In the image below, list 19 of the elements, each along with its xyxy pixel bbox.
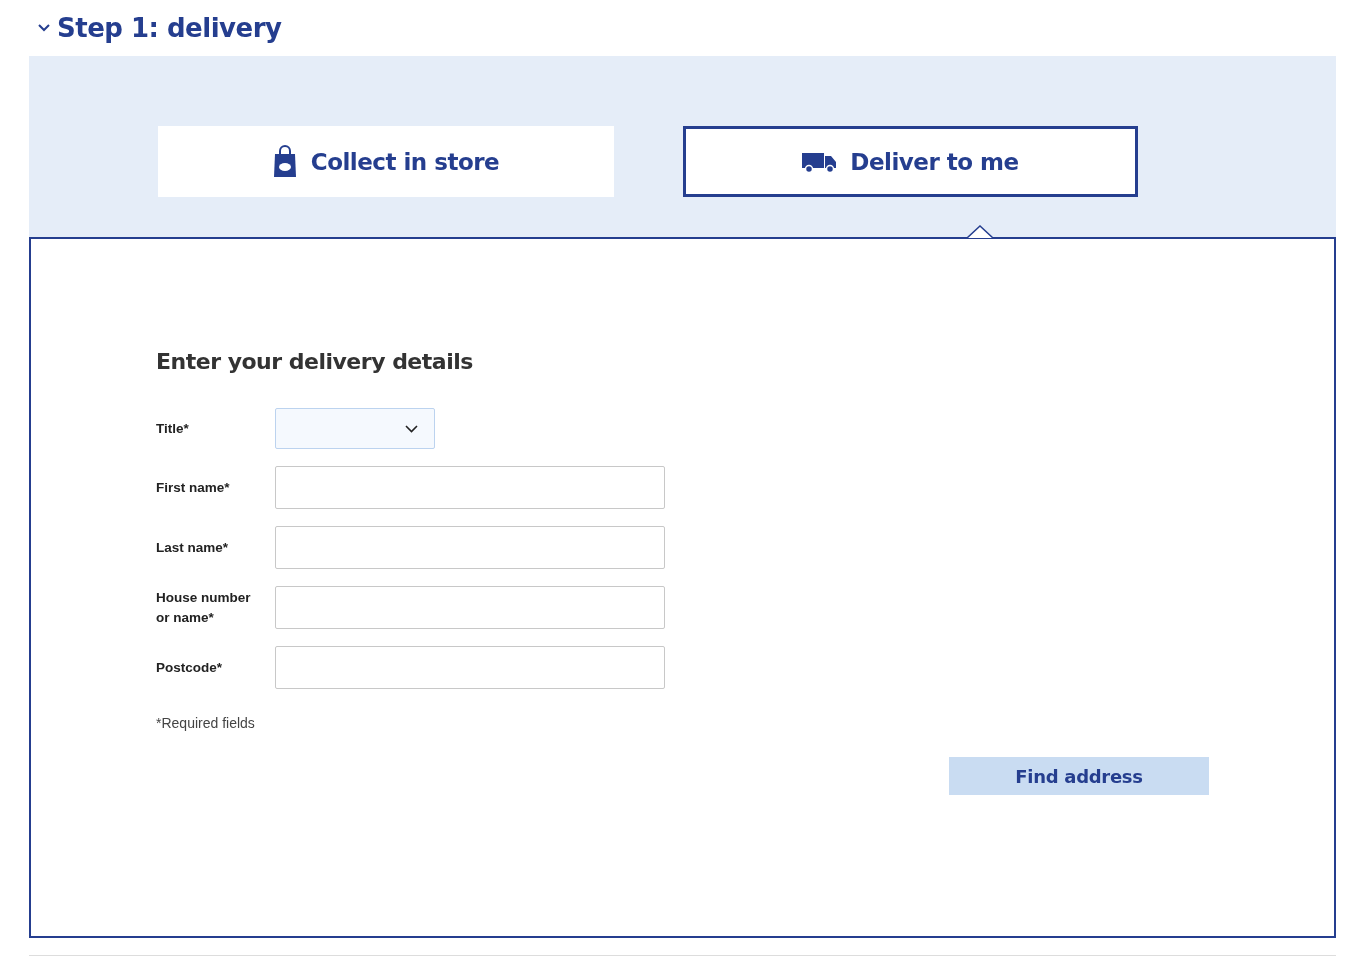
field-label: Title* <box>156 419 190 438</box>
delivery-option-tab[interactable]: Collect in store <box>158 126 614 197</box>
truck-icon <box>802 150 837 173</box>
field-label: Last name* <box>156 538 230 557</box>
field-label: House number or name* <box>156 588 252 627</box>
field-label: Postcode* <box>156 658 224 677</box>
section-title[interactable]: Step 1: delivery <box>57 13 282 43</box>
title-select[interactable] <box>275 408 435 449</box>
text-input[interactable] <box>275 526 665 569</box>
chevron-down-icon <box>405 424 418 433</box>
form-heading: Enter your delivery details <box>156 349 474 374</box>
delivery-option-tab[interactable]: Deliver to me <box>683 126 1138 197</box>
find-address-button[interactable]: Find address <box>949 757 1209 795</box>
text-input[interactable] <box>275 466 665 509</box>
required-note: *Required fields <box>156 715 256 731</box>
text-input[interactable] <box>275 646 665 689</box>
text-input[interactable] <box>275 586 665 629</box>
shopping-bag-icon <box>272 145 297 178</box>
field-label: First name* <box>156 478 231 497</box>
